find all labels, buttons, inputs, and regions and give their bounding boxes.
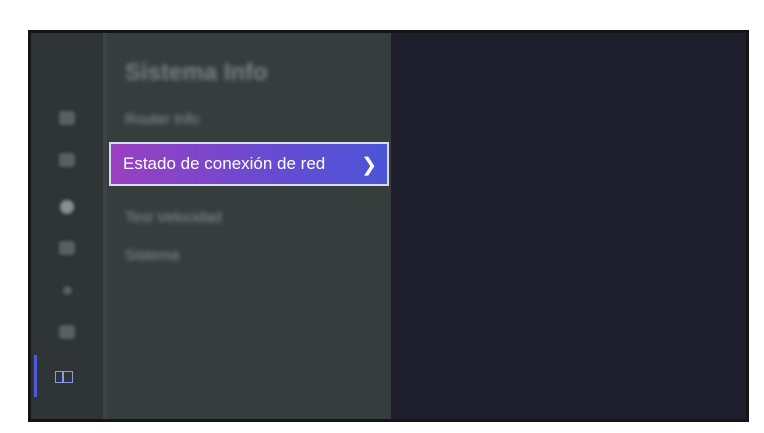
apps-icon[interactable] <box>59 325 75 339</box>
accessibility-icon[interactable] <box>63 286 72 295</box>
channels-icon[interactable] <box>59 241 75 255</box>
menu-item-system[interactable]: Sistema <box>125 247 179 264</box>
detail-panel <box>391 33 746 419</box>
active-indicator <box>34 355 37 397</box>
menu-item-speed-test[interactable]: Test Velocidad <box>125 209 222 226</box>
menu-title: Sistema Info <box>125 59 268 86</box>
network-icon[interactable] <box>60 200 74 214</box>
menu-item-label: Estado de conexión de red <box>123 154 326 173</box>
side-navigation-rail <box>31 33 104 419</box>
system-icon[interactable] <box>55 371 73 383</box>
menu-item-router-info[interactable]: Router Info <box>125 111 199 128</box>
tv-screen: Sistema Info Router Info Test Velocidad … <box>28 30 749 422</box>
picture-icon[interactable] <box>59 111 75 125</box>
chevron-right-icon: ❯ <box>361 155 377 176</box>
menu-item-network-status[interactable]: Estado de conexión de red ❯ <box>109 142 389 186</box>
settings-menu-panel: Sistema Info Router Info Test Velocidad … <box>107 33 391 419</box>
sound-icon[interactable] <box>59 153 75 167</box>
